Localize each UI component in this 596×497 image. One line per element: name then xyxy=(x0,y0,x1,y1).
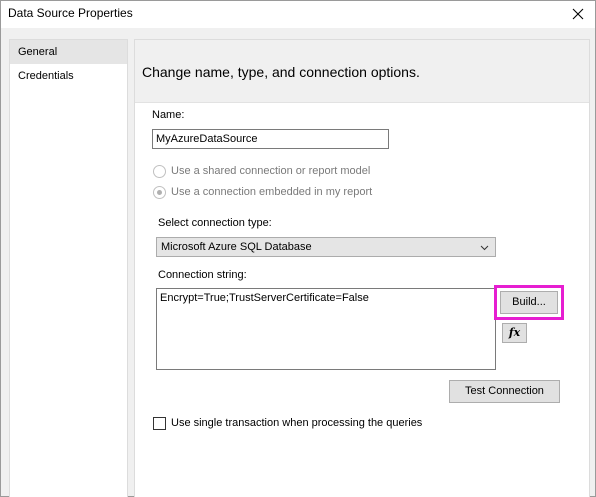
test-connection-button[interactable]: Test Connection xyxy=(449,380,560,403)
embedded-connection-label: Use a connection embedded in my report xyxy=(171,186,373,198)
nav-item-label: Credentials xyxy=(18,70,74,82)
connection-string-input[interactable]: Encrypt=True;TrustServerCertificate=Fals… xyxy=(156,288,496,370)
embedded-connection-radio[interactable] xyxy=(153,186,166,199)
close-icon xyxy=(572,8,584,20)
name-label: Name: xyxy=(152,109,185,121)
data-source-properties-dialog: Data Source Properties General Credentia… xyxy=(0,0,596,497)
shared-connection-radio[interactable] xyxy=(153,165,166,178)
function-icon: fx xyxy=(508,326,521,339)
page-navigation: General Credentials xyxy=(9,39,128,497)
name-input[interactable]: MyAzureDataSource xyxy=(152,129,389,149)
connection-type-label: Select connection type: xyxy=(158,217,272,229)
chevron-down-icon xyxy=(480,245,489,251)
nav-item-label: General xyxy=(18,46,58,58)
title-bar: Data Source Properties xyxy=(1,1,595,28)
single-transaction-checkbox[interactable] xyxy=(153,417,166,430)
nav-item-general[interactable]: General xyxy=(10,40,127,64)
window-title: Data Source Properties xyxy=(8,6,133,20)
nav-item-credentials[interactable]: Credentials xyxy=(10,64,127,88)
connection-type-value: Microsoft Azure SQL Database xyxy=(161,241,312,253)
shared-connection-label: Use a shared connection or report model xyxy=(171,165,371,177)
build-button[interactable]: Build... xyxy=(500,291,558,314)
close-button[interactable] xyxy=(565,2,591,26)
expression-button[interactable]: fx xyxy=(502,323,527,343)
single-transaction-label: Use single transaction when processing t… xyxy=(171,417,423,429)
panel-header: Change name, type, and connection option… xyxy=(135,40,589,103)
panel-heading: Change name, type, and connection option… xyxy=(142,64,420,80)
connection-type-select[interactable]: Microsoft Azure SQL Database xyxy=(156,237,496,257)
connection-string-label: Connection string: xyxy=(158,269,247,281)
